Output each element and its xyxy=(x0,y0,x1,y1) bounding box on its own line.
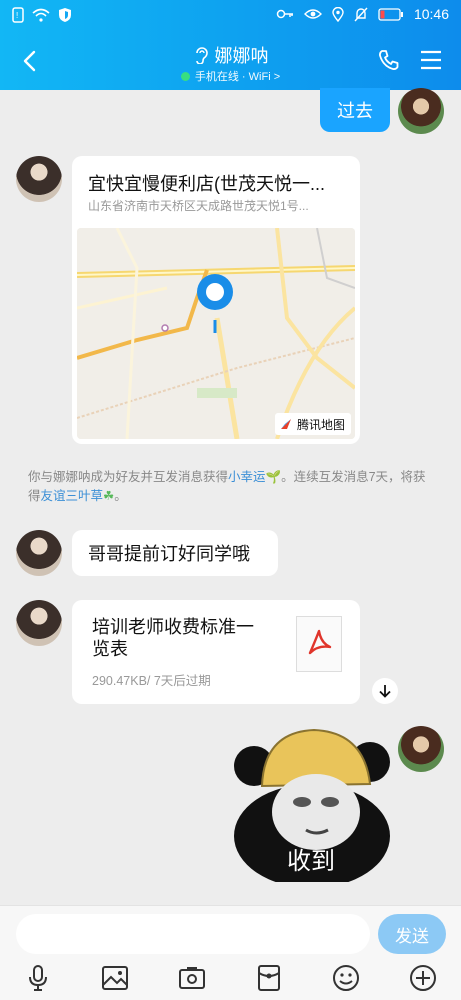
location-address: 山东省济南市天桥区天成路世茂天悦1号... xyxy=(88,199,309,213)
phone-icon[interactable] xyxy=(377,48,401,72)
wifi-icon xyxy=(32,8,50,22)
map-roads xyxy=(77,228,355,439)
location-card[interactable]: 宜快宜慢便利店(世茂天悦一... 山东省济南市天桥区天成路世茂天悦1号... 腾… xyxy=(72,156,360,444)
svg-text:!: ! xyxy=(16,11,18,20)
contact-name: 娜娜呐 xyxy=(214,46,269,66)
message-text: 哥哥提前订好同学哦 xyxy=(88,544,250,564)
sticker-caption: 收到 xyxy=(287,848,335,875)
map-brand-label: 腾讯地图 xyxy=(296,417,345,432)
tencent-map-logo-icon xyxy=(280,419,291,429)
ear-icon xyxy=(195,47,208,65)
map-brand-badge: 腾讯地图 xyxy=(274,413,351,435)
message-bubble-outgoing[interactable]: 过去 xyxy=(320,88,390,132)
send-button[interactable]: 发送 xyxy=(378,914,446,954)
file-meta: 290.47KB/ 7天后过期 xyxy=(92,674,211,688)
location-icon xyxy=(332,6,344,22)
file-card[interactable]: 培训老师收费标准一览表 290.47KB/ 7天后过期 xyxy=(72,600,360,704)
clock: 10:46 xyxy=(413,6,449,22)
sprout-icon: 🌱 xyxy=(265,470,282,484)
system-notice: 你与娜娜呐成为好友并互发消息获得小幸运🌱。连续互发消息7天，将获得友谊三叶草☘。 xyxy=(28,468,438,506)
sticker-message[interactable]: 收到 xyxy=(232,726,390,888)
battery-icon xyxy=(378,7,403,21)
menu-icon[interactable] xyxy=(419,48,443,72)
download-icon[interactable] xyxy=(372,678,398,704)
camera-icon[interactable] xyxy=(176,962,208,994)
notice-text: 你与娜娜呐成为好友并互发消息获得 xyxy=(28,470,229,484)
message-input[interactable] xyxy=(16,914,370,954)
pdf-icon xyxy=(296,616,342,672)
microphone-icon[interactable] xyxy=(22,962,54,994)
eye-icon xyxy=(303,9,322,19)
file-name: 培训老师收费标准一览表 xyxy=(92,617,254,659)
emoji-icon[interactable] xyxy=(330,962,362,994)
image-icon[interactable] xyxy=(99,962,131,994)
status-bar: ! 10:46 xyxy=(0,0,461,32)
online-dot xyxy=(180,72,190,81)
my-avatar[interactable] xyxy=(398,726,444,772)
my-avatar[interactable] xyxy=(398,88,444,134)
key-icon xyxy=(276,9,293,19)
input-bar: 发送 xyxy=(0,905,461,1000)
contact-avatar[interactable] xyxy=(16,600,62,646)
contact-avatar[interactable] xyxy=(16,156,62,202)
plus-icon[interactable] xyxy=(407,962,439,994)
mute-icon xyxy=(354,7,368,21)
nav-bar: 娜娜呐 手机在线 · WiFi > xyxy=(0,32,461,90)
lucky-link[interactable]: 小幸运 xyxy=(228,470,266,484)
shield-icon xyxy=(59,8,71,22)
chat-header: ! 10:46 娜娜呐 手机在线 · WiFi > xyxy=(0,0,461,90)
notice-text: 。 xyxy=(114,489,127,503)
red-packet-icon[interactable] xyxy=(253,962,285,994)
map-preview[interactable]: 腾讯地图 xyxy=(77,228,355,439)
input-toolbar xyxy=(0,960,461,996)
clover-link[interactable]: 友谊三叶草 xyxy=(41,489,104,503)
message-text: 过去 xyxy=(337,101,373,121)
message-bubble-incoming[interactable]: 哥哥提前订好同学哦 xyxy=(72,530,278,576)
online-status-label: 手机在线 · WiFi > xyxy=(194,71,281,83)
contact-avatar[interactable] xyxy=(16,530,62,576)
location-title: 宜快宜慢便利店(世茂天悦一... xyxy=(88,174,325,194)
sim-icon: ! xyxy=(12,7,24,23)
clover-icon: ☘ xyxy=(103,489,115,503)
